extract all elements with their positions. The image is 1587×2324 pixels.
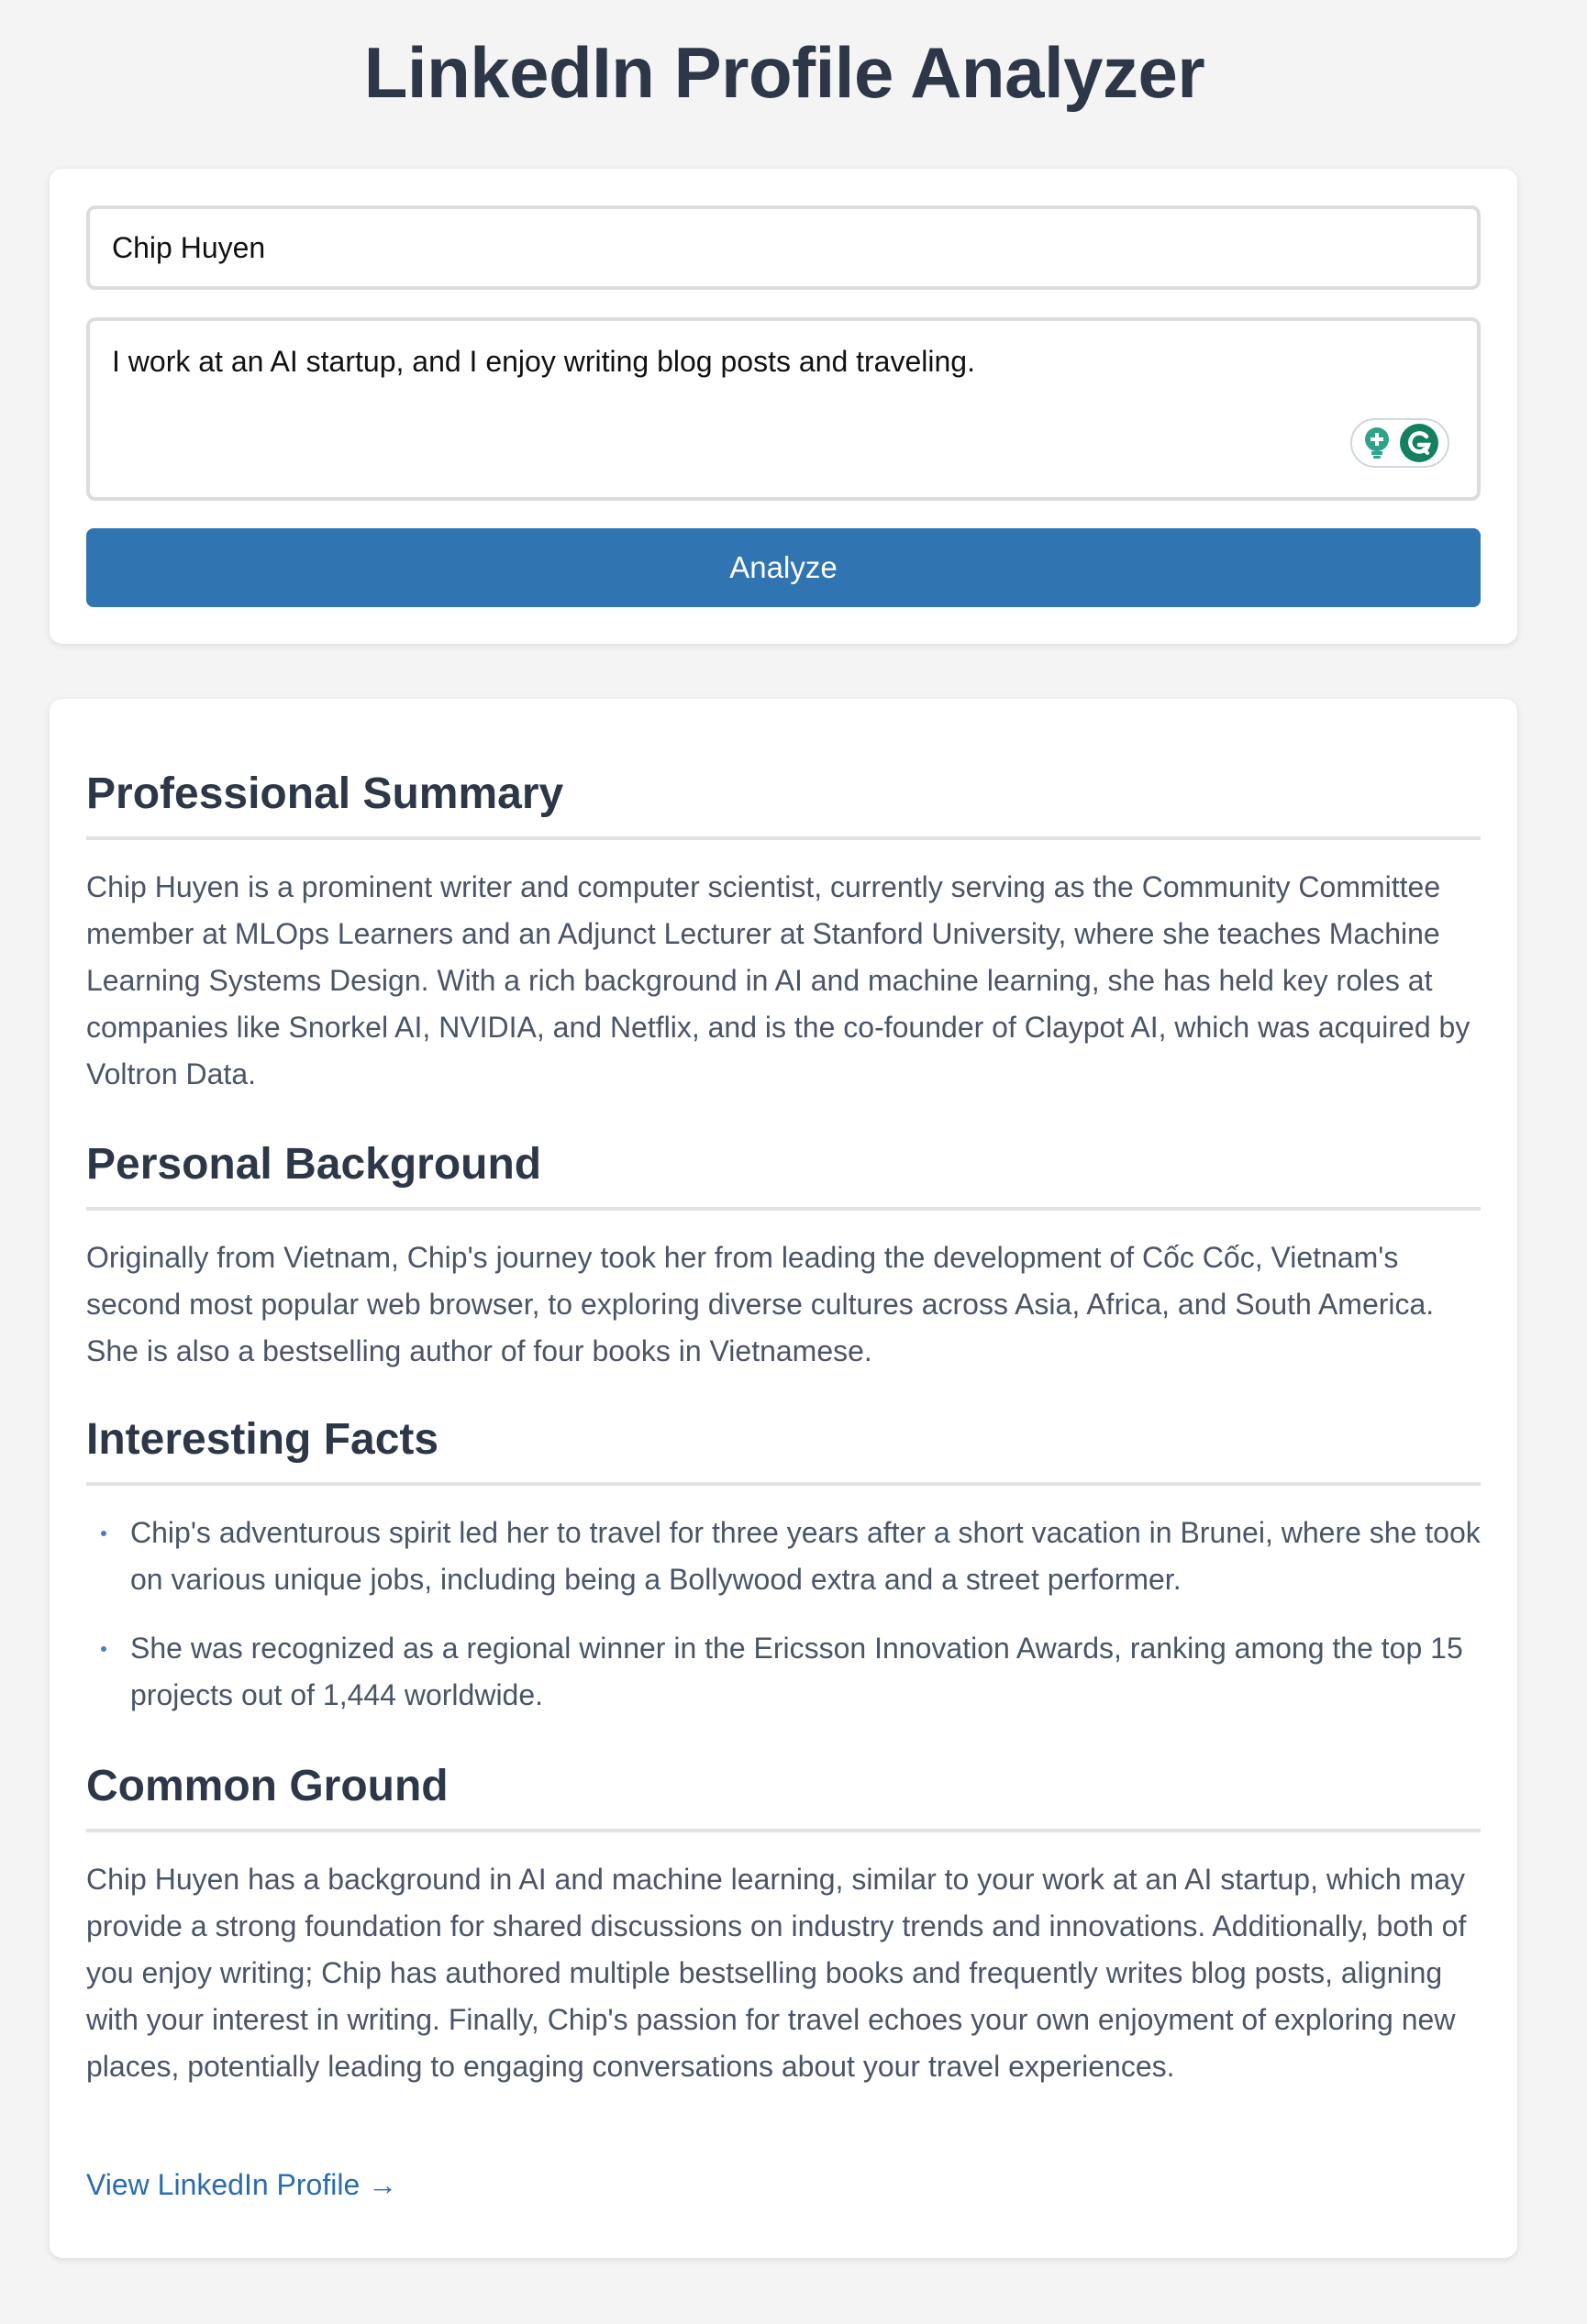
common-ground-section: Common Ground Chip Huyen has a backgroun… — [86, 1759, 1481, 2090]
bullet-dot — [101, 1646, 106, 1652]
page-title: LinkedIn Profile Analyzer — [363, 32, 1205, 113]
grammarly-g-icon[interactable] — [1399, 423, 1439, 463]
about-field-wrapper: I work at an AI startup, and I enjoy wri… — [86, 317, 1481, 501]
view-linkedin-profile-link[interactable]: View LinkedIn Profile → — [86, 2166, 397, 2203]
interesting-facts-heading: Interesting Facts — [86, 1412, 1481, 1486]
common-ground-heading: Common Ground — [86, 1759, 1481, 1832]
professional-summary-text: Chip Huyen is a prominent writer and com… — [86, 870, 1470, 1090]
analyze-button[interactable]: Analyze — [86, 528, 1481, 607]
fact-item: Chip's adventurous spirit led her to tra… — [86, 1510, 1481, 1603]
about-textarea[interactable]: I work at an AI startup, and I enjoy wri… — [86, 317, 1481, 501]
input-card: I work at an AI startup, and I enjoy wri… — [50, 169, 1517, 644]
personal-background-heading: Personal Background — [86, 1137, 1481, 1211]
personal-background-section: Personal Background Originally from Viet… — [86, 1137, 1481, 1375]
fact-item: She was recognized as a regional winner … — [86, 1625, 1481, 1719]
lightbulb-plus-icon[interactable] — [1360, 426, 1393, 460]
common-ground-text: Chip Huyen has a background in AI and ma… — [86, 1863, 1467, 2083]
fact-text: Chip's adventurous spirit led her to tra… — [130, 1516, 1481, 1596]
fact-text: She was recognized as a regional winner … — [130, 1632, 1463, 1711]
personal-background-text: Originally from Vietnam, Chip's journey … — [86, 1241, 1435, 1367]
bullet-dot — [101, 1531, 106, 1536]
grammarly-widget[interactable] — [1350, 418, 1449, 468]
interesting-facts-section: Interesting Facts Chip's adventurous spi… — [86, 1412, 1481, 1741]
name-input[interactable] — [86, 205, 1481, 290]
results-card: Professional Summary Chip Huyen is a pro… — [50, 699, 1517, 2258]
professional-summary-section: Professional Summary Chip Huyen is a pro… — [86, 767, 1481, 1098]
professional-summary-heading: Professional Summary — [86, 767, 1481, 840]
facts-list: Chip's adventurous spirit led her to tra… — [86, 1510, 1481, 1719]
